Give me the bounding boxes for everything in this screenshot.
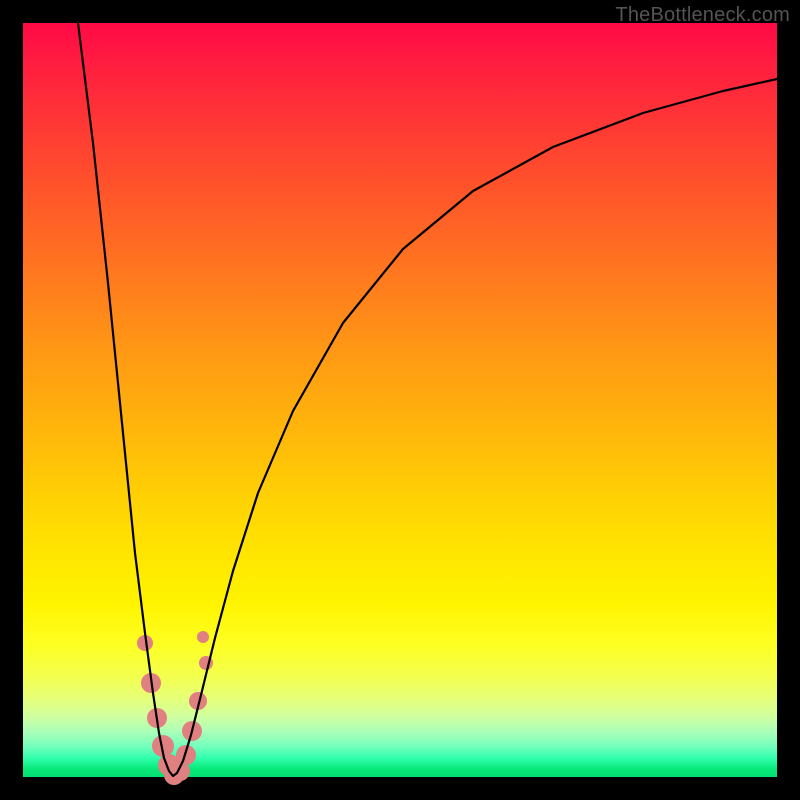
watermark-text: TheBottleneck.com	[615, 4, 790, 27]
plot-area	[23, 23, 777, 777]
chart-frame: TheBottleneck.com	[0, 0, 800, 800]
bottleneck-curve	[78, 23, 777, 776]
data-marker	[197, 631, 209, 643]
curve-layer	[23, 23, 777, 777]
